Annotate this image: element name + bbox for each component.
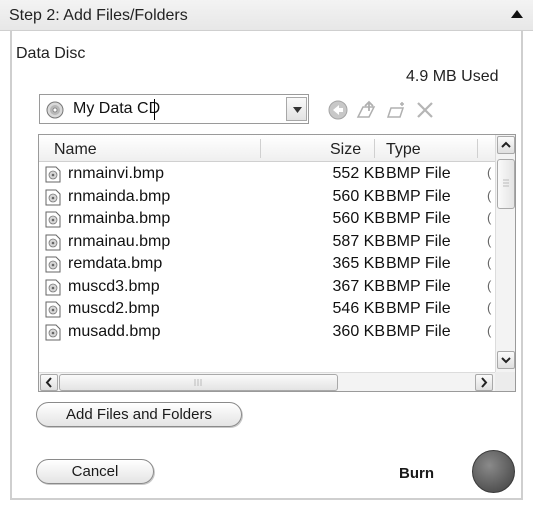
file-type: BMP File (386, 210, 451, 227)
vertical-scrollbar[interactable] (495, 135, 515, 372)
truncated-column-text: ( (487, 165, 492, 180)
chevron-right-icon (481, 377, 488, 388)
bmp-file-icon (45, 189, 61, 205)
back-arrow-icon[interactable] (327, 99, 349, 121)
file-type: BMP File (386, 255, 451, 272)
scroll-up-button[interactable] (497, 136, 515, 154)
bmp-file-icon (45, 234, 61, 250)
file-row[interactable]: rnmainvi.bmp 552 KB BMP File ( (39, 164, 495, 187)
step-title: Step 2: Add Files/Folders (9, 7, 188, 24)
file-type: BMP File (386, 322, 451, 340)
file-row[interactable]: muscd2.bmp 546 KB BMP File ( (39, 299, 495, 322)
add-files-step: Step 2: Add Files/Folders Data Disc 4.9 … (0, 0, 533, 510)
chevron-down-icon (293, 107, 302, 113)
scroll-right-button[interactable] (475, 374, 493, 391)
file-name: muscd2.bmp (68, 300, 160, 317)
file-name: musadd.bmp (68, 322, 161, 340)
disc-usage-text: 4.9 MB Used (406, 68, 499, 85)
file-size: 360 KB (332, 322, 385, 340)
bmp-file-icon (45, 301, 61, 318)
truncated-column-text: ( (487, 255, 492, 270)
column-header-size[interactable]: Size (330, 141, 361, 159)
file-row[interactable]: rnmainda.bmp 560 KB BMP File ( (39, 187, 495, 210)
truncated-column-text: ( (487, 300, 492, 315)
bmp-file-icon (45, 279, 61, 295)
column-divider[interactable] (477, 139, 478, 158)
file-type: BMP File (386, 232, 451, 250)
scrollbar-corner (495, 372, 515, 391)
file-size: 367 KB (332, 277, 385, 295)
column-divider[interactable] (374, 139, 375, 158)
collapse-triangle-icon[interactable] (510, 9, 524, 19)
horizontal-scroll-thumb[interactable] (59, 374, 338, 391)
bmp-file-icon (45, 211, 61, 228)
file-type: BMP File (386, 165, 451, 182)
vertical-scroll-thumb[interactable] (497, 159, 515, 209)
cd-disc-icon (46, 101, 64, 119)
up-folder-icon[interactable] (355, 99, 377, 121)
truncated-column-text: ( (487, 187, 492, 203)
horizontal-scrollbar[interactable] (39, 372, 495, 391)
file-name: rnmainda.bmp (68, 187, 171, 205)
file-size: 587 KB (332, 232, 385, 250)
column-header-name[interactable]: Name (54, 141, 97, 159)
bmp-file-icon (45, 256, 61, 273)
file-name: muscd3.bmp (68, 277, 160, 295)
file-name: remdata.bmp (68, 255, 163, 272)
file-size: 552 KB (332, 165, 385, 182)
file-row[interactable]: musadd.bmp 360 KB BMP File ( (39, 322, 495, 345)
location-combobox[interactable]: My Data CD (39, 94, 309, 124)
file-row[interactable]: remdata.bmp 365 KB BMP File ( (39, 254, 495, 277)
file-type: BMP File (386, 187, 451, 205)
file-type: BMP File (386, 277, 451, 295)
add-files-and-folders-button[interactable]: Add Files and Folders (36, 402, 242, 427)
location-dropdown-button[interactable] (286, 97, 307, 121)
chevron-down-icon (501, 357, 511, 364)
burn-label: Burn (399, 465, 434, 482)
file-list-header: Name Size Type (39, 135, 495, 162)
truncated-column-text: ( (487, 210, 492, 225)
column-header-type[interactable]: Type (386, 141, 421, 159)
bmp-file-icon (45, 324, 61, 340)
file-row[interactable]: rnmainau.bmp 587 KB BMP File ( (39, 232, 495, 255)
truncated-column-text: ( (487, 232, 492, 248)
scroll-left-button[interactable] (40, 374, 58, 391)
file-size: 546 KB (332, 300, 385, 317)
file-size: 365 KB (332, 255, 385, 272)
column-divider[interactable] (260, 139, 261, 158)
location-value: My Data CD (73, 100, 161, 117)
file-name: rnmainau.bmp (68, 232, 171, 250)
chevron-left-icon (45, 377, 52, 388)
chevron-up-icon (501, 141, 511, 148)
step-header[interactable]: Step 2: Add Files/Folders (0, 0, 533, 31)
scroll-down-button[interactable] (497, 351, 515, 369)
truncated-column-text: ( (487, 277, 492, 293)
burn-button[interactable] (472, 450, 515, 493)
file-name: rnmainvi.bmp (68, 165, 165, 182)
file-row[interactable]: rnmainba.bmp 560 KB BMP File ( (39, 209, 495, 232)
file-size: 560 KB (332, 187, 385, 205)
text-caret (154, 99, 155, 120)
file-name: rnmainba.bmp (68, 210, 171, 227)
file-size: 560 KB (332, 210, 385, 227)
file-rows: rnmainvi.bmp 552 KB BMP File(rnmainda.bmp 5… (39, 164, 495, 344)
delete-icon[interactable] (414, 99, 436, 121)
grip-icon (503, 179, 509, 187)
file-list[interactable]: Name Size Type rnmainvi.bmp 552 KB BMP Fil… (38, 134, 516, 392)
grip-icon (194, 379, 202, 386)
cancel-button[interactable]: Cancel (36, 459, 154, 484)
bmp-file-icon (45, 166, 61, 183)
file-type: BMP File (386, 300, 451, 317)
file-row[interactable]: muscd3.bmp 367 KB BMP File ( (39, 277, 495, 300)
truncated-column-text: ( (487, 322, 492, 338)
disc-type-label: Data Disc (16, 45, 86, 62)
new-folder-icon[interactable] (386, 99, 408, 121)
